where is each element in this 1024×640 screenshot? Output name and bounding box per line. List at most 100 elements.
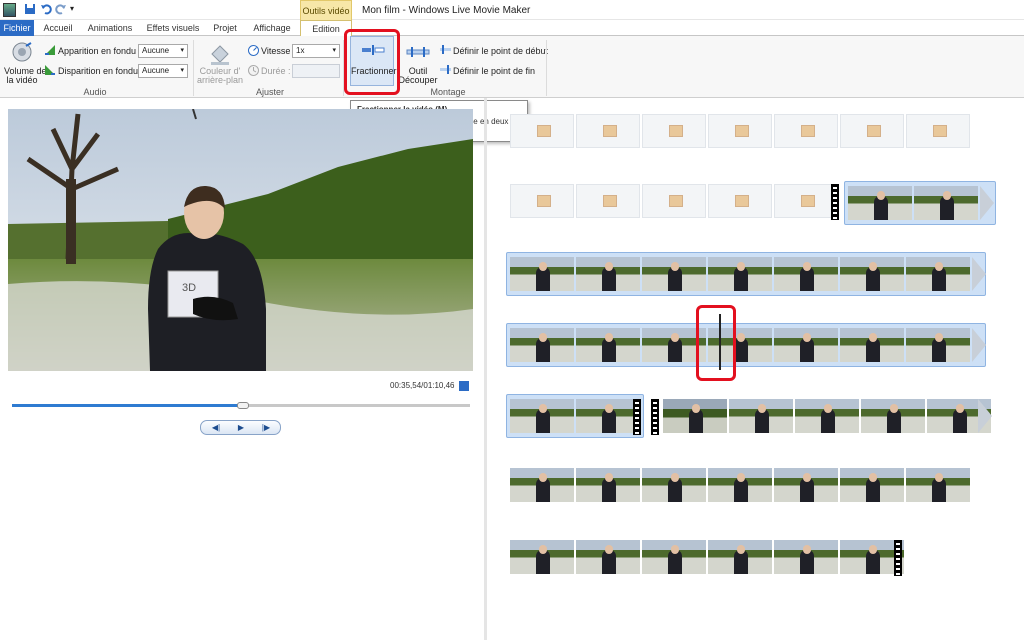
- clip-thumbnail[interactable]: [576, 399, 640, 433]
- clip-thumbnail[interactable]: [576, 468, 640, 502]
- next-frame-button[interactable]: |▶: [253, 422, 279, 434]
- speed-value: 1x: [296, 46, 305, 55]
- clip-thumbnail[interactable]: [906, 468, 970, 502]
- tab-projet[interactable]: Projet: [208, 20, 242, 36]
- thumb-face: [671, 262, 679, 271]
- thumb-face: [539, 404, 547, 413]
- clip-end-arrow-icon: [972, 257, 986, 291]
- thumb-face: [956, 404, 964, 413]
- previous-frame-button[interactable]: ◀|: [203, 422, 229, 434]
- speed-select[interactable]: 1x ▾: [292, 44, 340, 58]
- tab-fichier[interactable]: Fichier: [0, 20, 34, 36]
- fullscreen-icon[interactable]: [459, 381, 469, 391]
- set-end-button[interactable]: Définir le point de fin: [453, 66, 535, 76]
- clip-thumbnail[interactable]: [774, 328, 838, 362]
- tab-effets-visuels[interactable]: Effets visuels: [142, 20, 204, 36]
- undo-icon[interactable]: [40, 3, 52, 15]
- thumb-face: [539, 333, 547, 342]
- clip-thumbnail[interactable]: [906, 114, 970, 148]
- clip-thumbnail[interactable]: [795, 399, 859, 433]
- clip-thumbnail[interactable]: [774, 468, 838, 502]
- group-separator: [193, 40, 194, 96]
- clip-thumbnail[interactable]: [774, 184, 838, 218]
- filmstrip-marker-icon: [633, 399, 641, 435]
- customize-qat-icon[interactable]: ▾: [70, 4, 82, 16]
- clip-thumbnail[interactable]: [576, 540, 640, 574]
- thumb-face: [737, 262, 745, 271]
- volume-icon[interactable]: [10, 41, 34, 63]
- thumb-face: [935, 333, 943, 342]
- clip-thumbnail[interactable]: [840, 328, 904, 362]
- duration-input[interactable]: [292, 64, 340, 78]
- thumb-face: [737, 333, 745, 342]
- thumb-face: [539, 262, 547, 271]
- seek-thumb[interactable]: [236, 402, 249, 409]
- clip-thumbnail[interactable]: [576, 328, 640, 362]
- playhead-indicator[interactable]: [719, 314, 721, 370]
- app-icon[interactable]: [3, 3, 16, 17]
- clip-thumbnail[interactable]: [914, 186, 978, 220]
- clip-thumbnail[interactable]: [510, 468, 574, 502]
- clip-thumbnail[interactable]: [774, 540, 838, 574]
- fade-in-label: Apparition en fondu :: [58, 46, 142, 56]
- clip-thumbnail[interactable]: [708, 114, 772, 148]
- clip-thumbnail[interactable]: [642, 540, 706, 574]
- tab-accueil[interactable]: Accueil: [38, 20, 78, 36]
- clip-thumbnail[interactable]: [708, 468, 772, 502]
- clip-thumbnail[interactable]: [774, 114, 838, 148]
- clip-thumbnail[interactable]: [510, 399, 574, 433]
- thumb-face: [869, 473, 877, 482]
- thumb-face: [737, 545, 745, 554]
- clip-thumbnail[interactable]: [576, 184, 640, 218]
- clip-thumbnail[interactable]: [708, 257, 772, 291]
- duration-icon: [248, 65, 259, 76]
- clip-thumbnail[interactable]: [510, 184, 574, 218]
- clip-thumbnail[interactable]: [510, 257, 574, 291]
- clip-thumbnail[interactable]: [576, 114, 640, 148]
- trim-label-2[interactable]: Découper: [398, 75, 438, 85]
- thumb-face: [737, 473, 745, 482]
- thumb-face: [605, 404, 613, 413]
- clip-thumbnail[interactable]: [642, 468, 706, 502]
- fade-in-select[interactable]: Aucune ▾: [138, 44, 188, 58]
- clip-thumbnail[interactable]: [848, 186, 912, 220]
- clip-thumbnail[interactable]: [510, 328, 574, 362]
- tab-affichage[interactable]: Affichage: [248, 20, 296, 36]
- redo-icon[interactable]: [55, 3, 67, 15]
- thumb-face: [671, 545, 679, 554]
- clip-thumbnail[interactable]: [840, 468, 904, 502]
- thumb-face: [935, 262, 943, 271]
- clip-thumbnail[interactable]: [642, 114, 706, 148]
- clip-thumbnail[interactable]: [861, 399, 925, 433]
- clip-thumbnail[interactable]: [642, 257, 706, 291]
- volume-label-2[interactable]: la vidéo: [4, 75, 40, 85]
- clip-thumbnail[interactable]: [729, 399, 793, 433]
- clip-thumbnail[interactable]: [774, 257, 838, 291]
- panel-splitter[interactable]: [484, 98, 487, 640]
- clip-thumbnail[interactable]: [576, 257, 640, 291]
- clip-thumbnail[interactable]: [642, 184, 706, 218]
- clip-thumbnail[interactable]: [708, 540, 772, 574]
- save-icon[interactable]: [24, 3, 36, 15]
- clip-thumbnail[interactable]: [510, 114, 574, 148]
- clip-thumbnail[interactable]: [708, 184, 772, 218]
- thumb-face: [671, 333, 679, 342]
- thumb-face: [605, 333, 613, 342]
- tab-animations[interactable]: Animations: [84, 20, 136, 36]
- clip-thumbnail[interactable]: [840, 114, 904, 148]
- play-button[interactable]: ▶: [228, 422, 254, 434]
- clip-thumbnail[interactable]: [510, 540, 574, 574]
- contextual-tab-video-tools: Outils vidéo: [300, 0, 352, 20]
- split-highlight: [344, 29, 400, 95]
- clip-thumbnail[interactable]: [906, 257, 970, 291]
- thumb-face: [869, 262, 877, 271]
- set-start-button[interactable]: Définir le point de début: [453, 46, 548, 56]
- clip-thumbnail[interactable]: [663, 399, 727, 433]
- fade-in-icon: [45, 45, 55, 55]
- thumb-face: [935, 473, 943, 482]
- clip-thumbnail[interactable]: [906, 328, 970, 362]
- video-preview[interactable]: 3D: [8, 109, 473, 371]
- fade-out-select[interactable]: Aucune ▾: [138, 64, 188, 78]
- clip-thumbnail[interactable]: [840, 257, 904, 291]
- bg-color-label-2[interactable]: arrière-plan: [196, 75, 244, 85]
